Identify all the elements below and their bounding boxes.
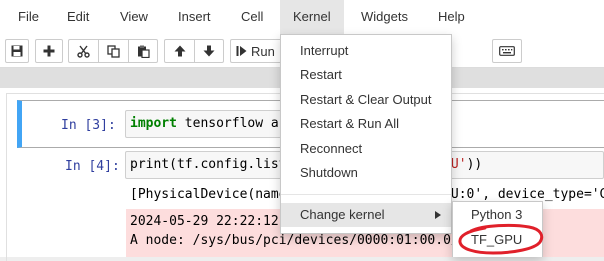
edit-group [68,39,158,63]
code-input-cell-3[interactable]: import tensorflow as tf [125,110,285,138]
save-group [5,39,29,63]
keyboard-icon [499,46,515,56]
menu-item-shutdown[interactable]: Shutdown [281,161,451,185]
insert-cell-button[interactable] [36,40,62,62]
menu-help[interactable]: Help [428,0,475,34]
menu-item-restart-clear-output[interactable]: Restart & Clear Output [281,88,451,112]
save-button[interactable] [6,40,28,62]
menu-cell[interactable]: Cell [231,0,273,34]
command-palette-button[interactable] [493,40,521,62]
menu-kernel[interactable]: Kernel [280,0,344,34]
move-group [164,39,224,63]
change-kernel-label: Change kernel [300,207,385,222]
arrow-up-icon [174,45,185,57]
run-group: Run [230,39,282,63]
menu-file[interactable]: File [8,0,49,34]
move-up-button[interactable] [165,40,195,62]
keyboard-group [492,39,522,63]
run-label: Run [251,43,275,59]
menu-widgets[interactable]: Widgets [351,0,418,34]
annotation-circle [458,223,544,255]
cut-icon [77,45,90,58]
menu-divider [281,194,451,195]
menu-edit[interactable]: Edit [57,0,99,34]
kernel-menu-dropdown: Interrupt Restart Restart & Clear Output… [280,34,452,234]
plus-icon [43,45,55,57]
move-down-button[interactable] [195,40,223,62]
menu-item-reconnect[interactable]: Reconnect [281,137,451,161]
paste-icon [137,45,150,58]
menu-bar: File Edit View Insert Cell Kernel Widget… [0,0,604,34]
copy-icon [107,44,120,58]
menu-item-restart-run-all[interactable]: Restart & Run All [281,112,451,136]
menu-item-interrupt[interactable]: Interrupt [281,39,451,63]
arrow-down-icon [203,45,215,57]
menu-insert[interactable]: Insert [168,0,221,34]
cut-button[interactable] [69,40,99,62]
save-icon [11,45,23,57]
caret-right-icon [435,211,441,219]
run-button[interactable]: Run [231,40,281,62]
step-forward-icon [236,46,247,56]
menu-item-restart[interactable]: Restart [281,63,451,87]
menu-item-change-kernel[interactable]: Change kernel [281,203,451,227]
cell-prompt: In [3]: [61,118,116,133]
code-text: )) [466,157,483,172]
paste-button[interactable] [129,40,157,62]
copy-button[interactable] [99,40,129,62]
cell-prompt: In [4]: [65,159,120,174]
code-text: tensorflow as tf [184,116,285,131]
menu-view[interactable]: View [110,0,158,34]
code-keyword: import [130,116,177,131]
insert-group [35,39,63,63]
